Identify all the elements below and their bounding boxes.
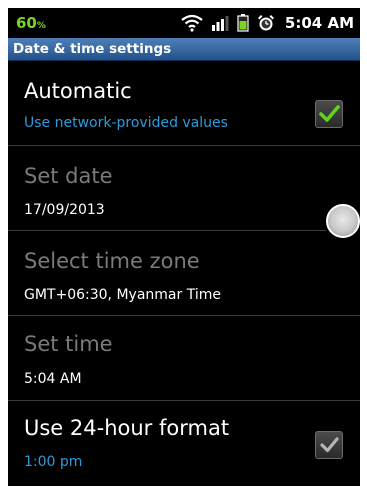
setting-time-zone-value: GMT+06:30, Myanmar Time: [24, 287, 221, 303]
check-icon: [319, 105, 340, 122]
24-hour-checkbox[interactable]: [315, 431, 343, 459]
scroll-handle[interactable]: [326, 204, 360, 238]
setting-set-time-title: Set time: [24, 332, 113, 356]
setting-automatic-summary: Use network-provided values: [24, 115, 228, 131]
setting-time-zone[interactable]: Select time zone GMT+06:30, Myanmar Time: [8, 231, 360, 315]
status-clock: 5:04 AM: [284, 14, 354, 32]
setting-set-time[interactable]: Set time 5:04 AM: [8, 316, 360, 400]
battery-icon: [237, 14, 249, 32]
page-title: Date & time settings: [13, 41, 172, 57]
setting-24-hour-format[interactable]: Use 24-hour format 1:00 pm: [8, 401, 360, 486]
setting-24-hour-title: Use 24-hour format: [24, 416, 230, 440]
setting-24-hour-summary: 1:00 pm: [24, 454, 83, 470]
automatic-checkbox[interactable]: [315, 100, 343, 128]
setting-automatic-title: Automatic: [24, 79, 132, 103]
setting-set-date-value: 17/09/2013: [24, 202, 105, 218]
status-icons: 5:04 AM: [181, 12, 354, 34]
setting-automatic[interactable]: Automatic Use network-provided values: [8, 61, 360, 145]
setting-set-time-value: 5:04 AM: [24, 371, 82, 387]
setting-set-date-title: Set date: [24, 164, 113, 188]
battery-percent: 60%: [16, 14, 46, 32]
status-bar: 60% 5:04 AM: [8, 8, 360, 38]
phone-screen: 60% 5:04 AM Date & time settings Automat…: [8, 8, 360, 486]
setting-time-zone-title: Select time zone: [24, 249, 200, 273]
check-icon: [320, 437, 339, 453]
title-bar: Date & time settings: [8, 38, 360, 61]
setting-set-date[interactable]: Set date 17/09/2013: [8, 146, 360, 230]
signal-icon: [211, 15, 229, 31]
alarm-icon: [257, 14, 275, 32]
wifi-icon: [181, 14, 203, 32]
